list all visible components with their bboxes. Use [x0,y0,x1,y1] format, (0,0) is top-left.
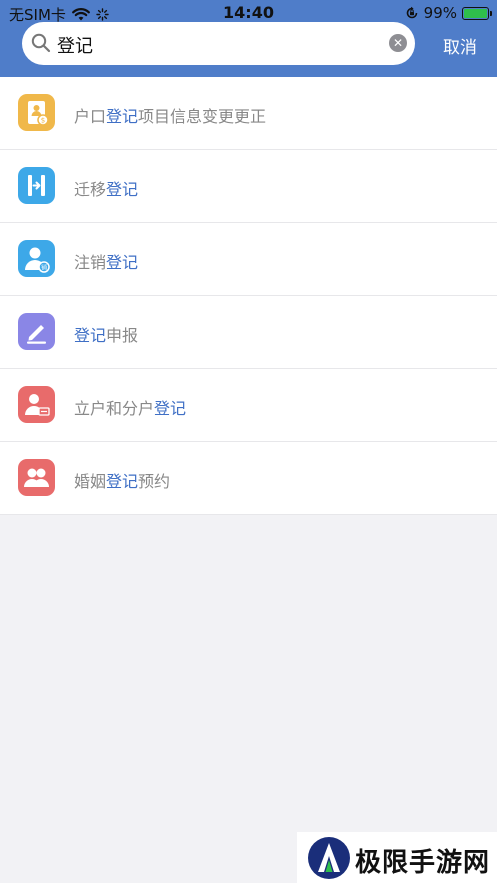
migration-icon [18,167,55,204]
cancel-button[interactable]: 取消 [443,33,477,58]
result-item[interactable]: 立户和分户登记 [0,369,497,442]
watermark-logo-icon [308,837,350,879]
watermark: 极限手游网 [297,832,497,883]
result-item[interactable]: 婚姻登记预约 [0,442,497,515]
result-label: 登记申报 [74,326,139,345]
battery-icon [462,6,492,20]
result-label: 迁移登记 [74,180,139,199]
household-split-icon [18,386,55,423]
search-bar[interactable]: 登记 ✕ [22,22,415,65]
status-right: 99% [405,4,492,22]
search-icon [31,33,51,53]
result-label: 注销登记 [74,253,139,272]
svg-text:销: 销 [41,264,47,272]
result-item[interactable]: 迁移登记 [0,150,497,223]
watermark-text: 极限手游网 [355,848,491,878]
result-label: 婚姻登记预约 [74,472,171,491]
battery-percent: 99% [423,4,457,22]
pencil-icon [18,313,55,350]
result-label: 立户和分户登记 [74,399,187,418]
marriage-icon [18,459,55,496]
result-item[interactable]: 销 注销登记 [0,223,497,296]
result-label: 户口登记项目信息变更更正 [74,107,267,126]
cancel-registration-icon: 销 [18,240,55,277]
search-results-list: $ 户口登记项目信息变更更正 迁移登记 销 注销登记 登记申报 立户和分户登记 … [0,77,497,515]
svg-text:$: $ [41,117,45,125]
household-register-icon: $ [18,94,55,131]
clear-search-icon[interactable]: ✕ [389,34,407,52]
result-item[interactable]: 登记申报 [0,296,497,369]
orientation-lock-icon [406,6,417,19]
header-bar: 无SIM卡 14:40 99% 登记 ✕ 取消 [0,0,497,77]
battery-fill [464,8,487,18]
search-input[interactable]: 登记 [57,32,93,58]
result-item[interactable]: $ 户口登记项目信息变更更正 [0,77,497,150]
